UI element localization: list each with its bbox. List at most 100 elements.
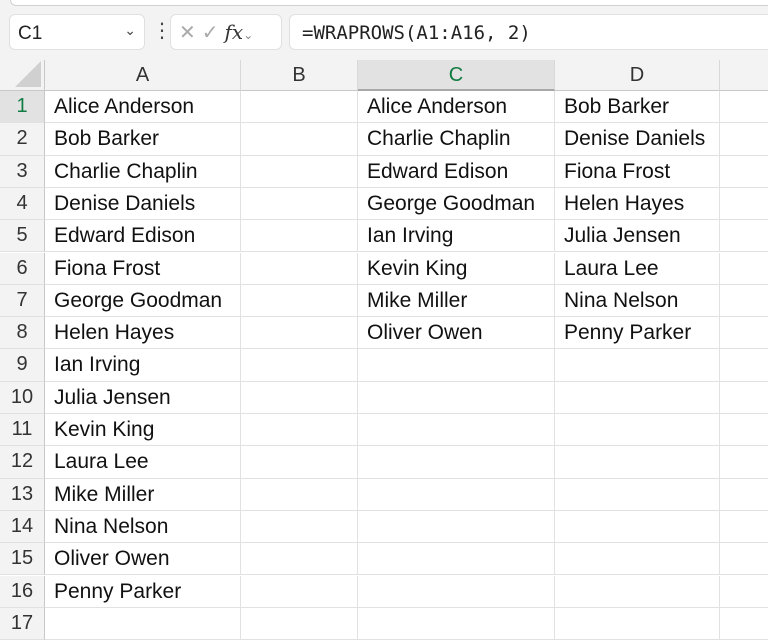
- row-header-1[interactable]: 1: [0, 91, 45, 124]
- cell[interactable]: [358, 349, 555, 382]
- cell[interactable]: Julia Jensen: [45, 381, 241, 414]
- cell[interactable]: [555, 575, 720, 608]
- cell[interactable]: Laura Lee: [555, 252, 720, 285]
- cell[interactable]: Laura Lee: [45, 446, 241, 479]
- cell[interactable]: [241, 510, 358, 544]
- cell[interactable]: Alice Anderson: [358, 91, 555, 124]
- cell[interactable]: [720, 576, 768, 608]
- row-header-2[interactable]: 2: [0, 123, 45, 156]
- cell[interactable]: [720, 414, 768, 447]
- cell[interactable]: [555, 607, 720, 641]
- cell[interactable]: [720, 349, 768, 382]
- cell[interactable]: [358, 510, 555, 544]
- cell[interactable]: George Goodman: [45, 284, 241, 318]
- chevron-down-icon[interactable]: ⌄: [243, 28, 253, 42]
- cell[interactable]: [241, 252, 358, 285]
- cell[interactable]: Bob Barker: [555, 91, 720, 124]
- chevron-down-icon[interactable]: ⌄: [124, 22, 136, 39]
- more-options-icon[interactable]: ⋮: [152, 18, 172, 43]
- column-header-b[interactable]: B: [241, 60, 358, 91]
- cell[interactable]: [720, 543, 768, 576]
- column-header-d[interactable]: D: [555, 60, 720, 91]
- cell[interactable]: [358, 478, 555, 511]
- cell[interactable]: [241, 284, 358, 318]
- cell[interactable]: [45, 607, 241, 641]
- cell[interactable]: [241, 446, 358, 479]
- cell[interactable]: [241, 220, 358, 253]
- cell[interactable]: [720, 91, 768, 124]
- cell[interactable]: [720, 285, 768, 318]
- cell[interactable]: [241, 91, 358, 124]
- cell[interactable]: [720, 317, 768, 350]
- cell[interactable]: [720, 446, 768, 479]
- cell[interactable]: Oliver Owen: [45, 543, 241, 576]
- enter-check-icon[interactable]: ✓: [202, 22, 225, 44]
- cell[interactable]: [241, 349, 358, 382]
- cell[interactable]: Alice Anderson: [45, 91, 241, 124]
- row-header-13[interactable]: 13: [0, 478, 45, 511]
- row-header-15[interactable]: 15: [0, 543, 45, 576]
- cell[interactable]: [358, 446, 555, 479]
- cell[interactable]: [241, 607, 358, 641]
- row-header-7[interactable]: 7: [0, 284, 45, 318]
- row-header-8[interactable]: 8: [0, 317, 45, 350]
- cell[interactable]: Edward Edison: [45, 220, 241, 253]
- cell[interactable]: Penny Parker: [45, 575, 241, 608]
- cell[interactable]: [241, 155, 358, 188]
- cell[interactable]: [720, 123, 768, 156]
- cell[interactable]: [241, 478, 358, 511]
- row-header-14[interactable]: 14: [0, 510, 45, 544]
- cell[interactable]: [720, 608, 768, 641]
- column-header-a[interactable]: A: [45, 60, 241, 91]
- cell[interactable]: [555, 414, 720, 447]
- cell[interactable]: [555, 543, 720, 576]
- cell[interactable]: [720, 188, 768, 221]
- cell[interactable]: [555, 381, 720, 414]
- cell[interactable]: Helen Hayes: [555, 187, 720, 221]
- cell[interactable]: Mike Miller: [358, 284, 555, 318]
- cell[interactable]: Kevin King: [358, 252, 555, 285]
- row-header-5[interactable]: 5: [0, 220, 45, 253]
- row-header-10[interactable]: 10: [0, 381, 45, 414]
- cell[interactable]: [241, 123, 358, 156]
- cell[interactable]: Denise Daniels: [555, 123, 720, 156]
- cell[interactable]: [358, 607, 555, 641]
- name-box[interactable]: C1 ⌄: [9, 14, 145, 50]
- cell[interactable]: Charlie Chaplin: [358, 123, 555, 156]
- row-header-4[interactable]: 4: [0, 187, 45, 221]
- row-header-17[interactable]: 17: [0, 607, 45, 641]
- cell[interactable]: [555, 349, 720, 382]
- cell[interactable]: Denise Daniels: [45, 187, 241, 221]
- cell[interactable]: [358, 381, 555, 414]
- cell[interactable]: [241, 317, 358, 350]
- formula-input[interactable]: =WRAPROWS(A1:A16, 2): [289, 14, 768, 50]
- row-header-3[interactable]: 3: [0, 155, 45, 188]
- cell[interactable]: [241, 187, 358, 221]
- cell[interactable]: [720, 479, 768, 511]
- cell[interactable]: [720, 220, 768, 253]
- cell[interactable]: Penny Parker: [555, 317, 720, 350]
- cell[interactable]: [358, 575, 555, 608]
- cell[interactable]: [358, 414, 555, 447]
- cell[interactable]: Charlie Chaplin: [45, 155, 241, 188]
- cell[interactable]: [720, 511, 768, 544]
- column-header-e[interactable]: [720, 60, 768, 91]
- column-header-c[interactable]: C: [358, 60, 555, 91]
- insert-function-icon[interactable]: fx: [225, 20, 244, 44]
- cell[interactable]: [720, 253, 768, 285]
- cell[interactable]: [555, 446, 720, 479]
- cell[interactable]: Helen Hayes: [45, 317, 241, 350]
- cell[interactable]: Oliver Owen: [358, 317, 555, 350]
- select-all-button[interactable]: [0, 60, 45, 91]
- cell[interactable]: [720, 382, 768, 414]
- cell[interactable]: [720, 156, 768, 188]
- cell[interactable]: Edward Edison: [358, 155, 555, 188]
- row-header-16[interactable]: 16: [0, 575, 45, 608]
- row-header-12[interactable]: 12: [0, 446, 45, 479]
- row-header-6[interactable]: 6: [0, 252, 45, 285]
- cell[interactable]: Julia Jensen: [555, 220, 720, 253]
- cell[interactable]: [555, 510, 720, 544]
- cell[interactable]: Ian Irving: [45, 349, 241, 382]
- cell[interactable]: Fiona Frost: [555, 155, 720, 188]
- cell[interactable]: [241, 381, 358, 414]
